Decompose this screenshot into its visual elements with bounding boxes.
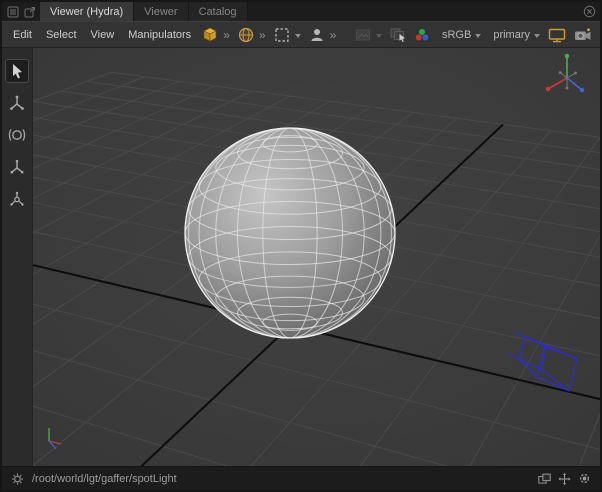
rotate-tool-icon: [8, 126, 26, 144]
menu-view[interactable]: View: [84, 22, 122, 47]
close-panel-icon[interactable]: [583, 5, 596, 18]
viewer-panel: Viewer (Hydra) Viewer Catalog Edit Selec…: [0, 0, 602, 492]
person-expander[interactable]: »: [330, 28, 337, 42]
scene-location-path: /root/world/lgt/gaffer/spotLight: [32, 473, 530, 485]
camera-tool-button[interactable]: [5, 187, 29, 211]
tool-strip: [2, 48, 33, 466]
viewport-3d[interactable]: [33, 48, 600, 466]
settings-gear-icon[interactable]: [578, 472, 591, 485]
menu-edit[interactable]: Edit: [6, 22, 39, 47]
image-dropdown-arrow-icon[interactable]: [376, 34, 382, 38]
display-dropdown-arrow-icon[interactable]: [534, 34, 540, 38]
tab-bar-spacer: [248, 2, 579, 21]
rgb-dots-icon[interactable]: [413, 26, 431, 44]
colorspace-dropdown[interactable]: sRGB: [442, 29, 471, 41]
cube-icon[interactable]: [201, 26, 219, 44]
cube-expander[interactable]: »: [223, 28, 230, 42]
globe-expander[interactable]: »: [259, 28, 266, 42]
scale-tool-icon: [8, 158, 26, 176]
display-dropdown[interactable]: primary: [493, 29, 530, 41]
camera-icon[interactable]: [573, 26, 593, 44]
tab-viewer[interactable]: Viewer: [134, 2, 188, 21]
translate-tool-button[interactable]: [5, 91, 29, 115]
globe-icon[interactable]: [237, 26, 255, 44]
tab-label: Viewer: [144, 6, 177, 18]
select-tool-icon: [8, 62, 26, 80]
move-icon[interactable]: [558, 472, 571, 485]
tab-viewer-hydra[interactable]: Viewer (Hydra): [40, 2, 134, 21]
image-disabled-icon[interactable]: [354, 26, 372, 44]
status-bar-icons: [538, 472, 591, 485]
panel-menu-icon[interactable]: [6, 5, 19, 18]
sphere[interactable]: [185, 128, 395, 338]
location-gear-icon[interactable]: [11, 472, 24, 485]
menu-select[interactable]: Select: [39, 22, 84, 47]
tab-bar-left-icons: [2, 2, 40, 21]
selection-marquee-icon[interactable]: [273, 26, 291, 44]
tab-catalog[interactable]: Catalog: [189, 2, 248, 21]
tab-label: Catalog: [199, 6, 237, 18]
monitor-icon[interactable]: [547, 26, 567, 44]
pointer-disabled-icon[interactable]: [389, 26, 407, 44]
viewer-toolbar: Edit Select View Manipulators » » »: [2, 21, 600, 48]
colorspace-dropdown-arrow-icon[interactable]: [475, 34, 481, 38]
tab-bar: Viewer (Hydra) Viewer Catalog: [2, 2, 600, 21]
pop-out-icon[interactable]: [23, 5, 36, 18]
translate-tool-icon: [8, 94, 26, 112]
scale-tool-button[interactable]: [5, 155, 29, 179]
rotate-tool-button[interactable]: [5, 123, 29, 147]
camera-tool-icon: [8, 190, 26, 208]
marquee-dropdown-arrow-icon[interactable]: [295, 34, 301, 38]
frames-icon[interactable]: [538, 472, 551, 485]
person-icon[interactable]: [308, 26, 326, 44]
status-bar: /root/world/lgt/gaffer/spotLight: [2, 466, 600, 490]
main-area: [2, 48, 600, 466]
select-tool-button[interactable]: [5, 59, 29, 83]
menu-manipulators[interactable]: Manipulators: [121, 22, 198, 47]
tab-label: Viewer (Hydra): [50, 6, 123, 18]
